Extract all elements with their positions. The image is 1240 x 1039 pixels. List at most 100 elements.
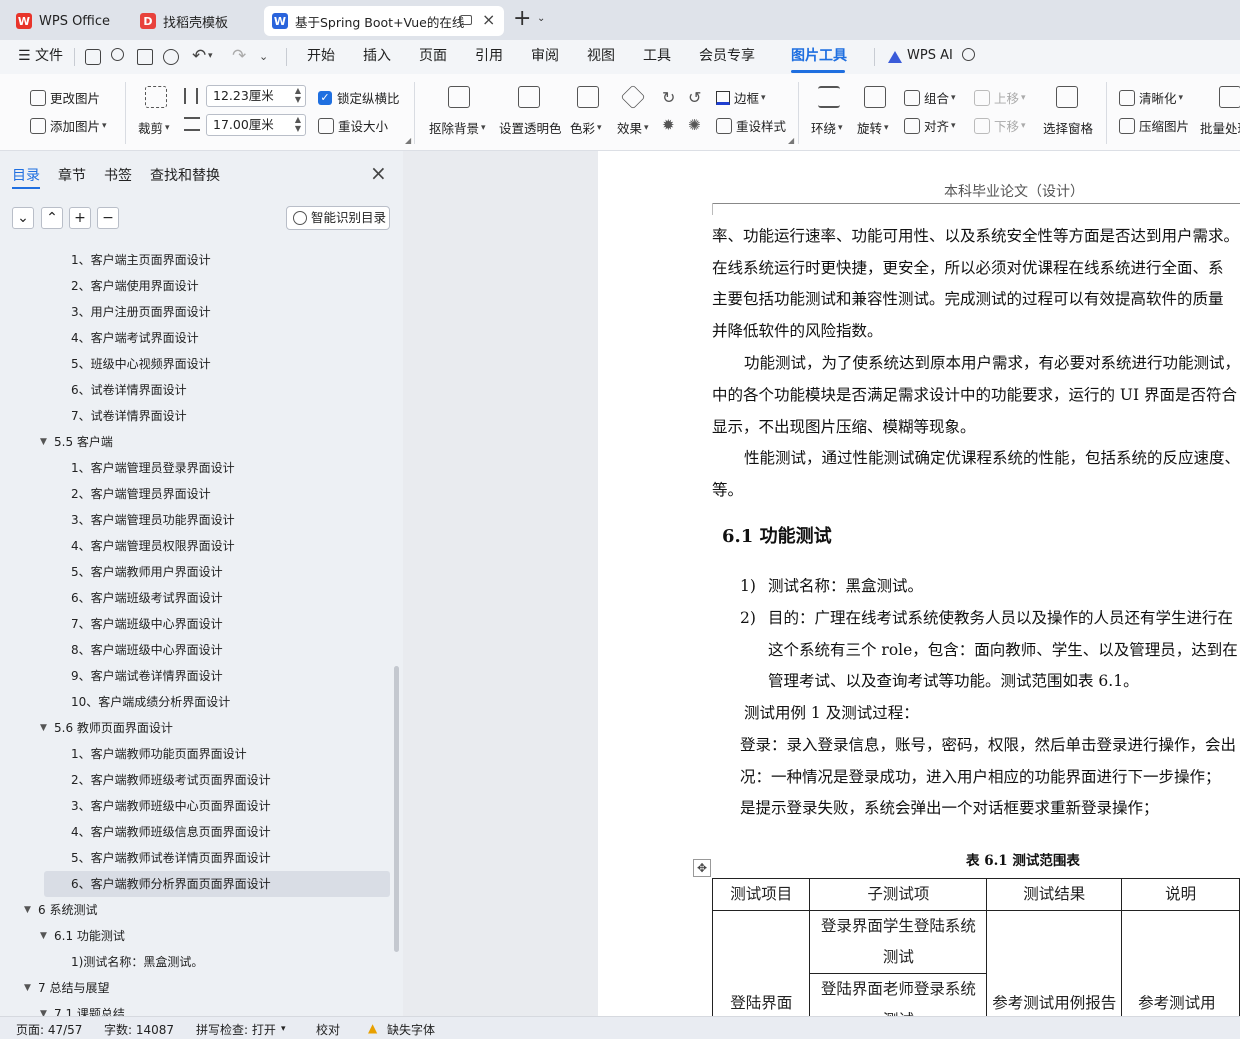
effects-button[interactable]: 效果 ▾ — [617, 118, 649, 137]
search-icon[interactable] — [962, 48, 975, 61]
toc-item[interactable]: 6、客户端班级考试界面设计 — [0, 585, 395, 611]
print-icon[interactable] — [137, 49, 153, 65]
undo-icon[interactable]: ↶ — [192, 46, 206, 66]
compress-picture-button[interactable]: 压缩图片 — [1119, 116, 1189, 135]
page-indicator[interactable]: 页面: 47/57 — [16, 1021, 82, 1038]
tab-document[interactable]: W 基于Spring Boot+Vue的在线 × — [264, 6, 504, 36]
hamburger-icon[interactable]: ☰ — [18, 40, 31, 74]
menu-page[interactable]: 页面 — [419, 40, 447, 74]
toc-item[interactable]: 6、客户端教师分析界面页面界面设计 — [44, 871, 390, 897]
save-icon[interactable] — [85, 49, 101, 65]
toc-item[interactable]: ▼ 6 系统测试 — [0, 897, 395, 923]
remove-background-button[interactable]: 抠除背景 ▾ — [429, 118, 486, 137]
menu-membership[interactable]: 会员专享 — [699, 40, 755, 74]
dialog-launcher-icon[interactable]: ◢ — [405, 136, 411, 145]
toc-item[interactable]: ▼ 5.6 教师页面界面设计 — [0, 715, 395, 741]
expand-triangle-icon[interactable]: ▼ — [40, 1001, 47, 1016]
rotate-left-icon[interactable]: ↻ — [662, 88, 675, 107]
menu-review[interactable]: 审阅 — [531, 40, 559, 74]
tab-toc[interactable]: 目录 — [12, 165, 40, 185]
group-button[interactable]: 组合 ▾ — [904, 88, 956, 107]
toc-item[interactable]: 1、客户端管理员登录界面设计 — [0, 455, 395, 481]
brightness-icon[interactable]: ✹ — [662, 116, 675, 134]
tab-wps-office[interactable]: W WPS Office — [8, 6, 123, 36]
table-move-handle-icon[interactable]: ✥ — [693, 859, 711, 877]
crop-icon[interactable] — [145, 86, 167, 108]
toc-scrollbar[interactable] — [394, 666, 399, 952]
toc-item[interactable]: 7、客户端班级中心界面设计 — [0, 611, 395, 637]
menu-tools[interactable]: 工具 — [643, 40, 671, 74]
toc-item[interactable]: 7、试卷详情界面设计 — [0, 403, 395, 429]
reset-style-button[interactable]: 重设样式 — [716, 116, 786, 135]
color-button[interactable]: 色彩 ▾ — [570, 118, 602, 137]
text-wrap-button[interactable]: 环绕 ▾ — [811, 118, 843, 137]
reset-size-button[interactable]: 重设大小 — [318, 116, 388, 135]
expand-triangle-icon[interactable]: ▼ — [40, 429, 47, 455]
spinner-icon[interactable]: ▲ ▼ — [295, 86, 301, 104]
expand-triangle-icon[interactable]: ▼ — [24, 897, 31, 923]
menu-file[interactable]: 文件 — [35, 40, 63, 74]
toc-item[interactable]: 10、客户端成绩分析界面设计 — [0, 689, 395, 715]
toc-item[interactable]: 5、客户端教师用户界面设计 — [0, 559, 395, 585]
sharpen-button[interactable]: 清晰化 ▾ — [1119, 88, 1183, 107]
toc-item[interactable]: ▼ 5.5 客户端 — [0, 429, 395, 455]
toc-item[interactable]: 2、客户端管理员界面设计 — [0, 481, 395, 507]
dialog-launcher-icon[interactable]: ◢ — [788, 136, 794, 145]
align-button[interactable]: 对齐 ▾ — [904, 116, 956, 135]
toc-item[interactable]: 4、客户端教师班级信息页面界面设计 — [0, 819, 395, 845]
word-count[interactable]: 字数: 14087 — [104, 1021, 174, 1038]
rotate-button[interactable]: 旋转 ▾ — [857, 118, 889, 137]
lock-ratio-checkbox[interactable]: ✓ 锁定纵横比 — [318, 88, 400, 107]
menu-references[interactable]: 引用 — [475, 40, 503, 74]
selection-pane-button[interactable]: 选择窗格 — [1043, 118, 1093, 137]
proofread[interactable]: 校对 — [316, 1021, 340, 1038]
close-tab-icon[interactable]: × — [482, 10, 495, 29]
toc-item[interactable]: 1、客户端教师功能页面界面设计 — [0, 741, 395, 767]
toc-item[interactable]: 4、客户端管理员权限界面设计 — [0, 533, 395, 559]
toc-item[interactable]: 2、客户端教师班级考试页面界面设计 — [0, 767, 395, 793]
chevron-down-icon[interactable]: ▾ — [208, 51, 213, 61]
toc-item[interactable]: ▼ 7.1 课题总结 — [0, 1001, 395, 1016]
expand-triangle-icon[interactable]: ▼ — [24, 975, 31, 1001]
contrast-icon[interactable]: ✺ — [688, 116, 701, 134]
tab-docer-templates[interactable]: D 找稻壳模板 — [132, 6, 262, 36]
send-backward-button[interactable]: 下移 ▾ — [974, 116, 1026, 135]
toc-item[interactable]: 1)测试名称：黑盒测试。 — [0, 949, 395, 975]
menu-view[interactable]: 视图 — [587, 40, 615, 74]
add-heading-button[interactable]: + — [69, 207, 91, 229]
chevron-down-icon[interactable]: ▾ — [281, 1024, 286, 1034]
expand-triangle-icon[interactable]: ▼ — [40, 715, 47, 741]
rotate-right-icon[interactable]: ↺ — [688, 88, 701, 107]
toc-item[interactable]: 4、客户端考试界面设计 — [0, 325, 395, 351]
toc-item[interactable]: 3、用户注册页面界面设计 — [0, 299, 395, 325]
spell-check[interactable]: 拼写检查: 打开 — [196, 1021, 276, 1038]
toc-item[interactable]: 1、客户端主页面界面设计 — [0, 247, 395, 273]
tab-bookmarks[interactable]: 书签 — [104, 165, 132, 185]
menu-insert[interactable]: 插入 — [363, 40, 391, 74]
missing-fonts[interactable]: 缺失字体 — [387, 1021, 435, 1038]
collapse-all-button[interactable]: ⌄ — [12, 207, 34, 229]
toc-item[interactable]: 8、客户端班级中心界面设计 — [0, 637, 395, 663]
link-icon[interactable] — [111, 48, 124, 61]
toc-item[interactable]: ▼ 7 总结与展望 — [0, 975, 395, 1001]
width-field[interactable]: 12.23厘米 ▲ ▼ — [206, 85, 306, 107]
toc-item[interactable]: 3、客户端管理员功能界面设计 — [0, 507, 395, 533]
tab-chapters[interactable]: 章节 — [58, 165, 86, 185]
height-field[interactable]: 17.00厘米 ▲ ▼ — [206, 114, 306, 136]
toc-item[interactable]: 5、班级中心视频界面设计 — [0, 351, 395, 377]
batch-process-button[interactable]: 批量处理 — [1200, 118, 1240, 137]
smart-toc-button[interactable]: 智能识别目录 — [286, 206, 390, 230]
menu-wps-ai[interactable]: WPS AI — [907, 40, 953, 74]
chevron-down-icon[interactable]: ⌄ — [537, 13, 545, 24]
toc-item[interactable]: 9、客户端试卷详情界面设计 — [0, 663, 395, 689]
menu-home[interactable]: 开始 — [307, 40, 335, 74]
expand-up-button[interactable]: ⌃ — [41, 207, 63, 229]
add-picture-button[interactable]: 添加图片 ▾ — [30, 116, 107, 135]
redo-icon[interactable]: ↷ — [232, 46, 246, 66]
border-button[interactable]: 边框 ▾ — [716, 88, 766, 107]
crop-button[interactable]: 裁剪 ▾ — [138, 118, 170, 137]
bring-forward-button[interactable]: 上移 ▾ — [974, 88, 1026, 107]
tab-find-replace[interactable]: 查找和替换 — [150, 165, 220, 185]
spinner-icon[interactable]: ▲ ▼ — [295, 115, 301, 133]
print-preview-icon[interactable] — [163, 49, 179, 65]
